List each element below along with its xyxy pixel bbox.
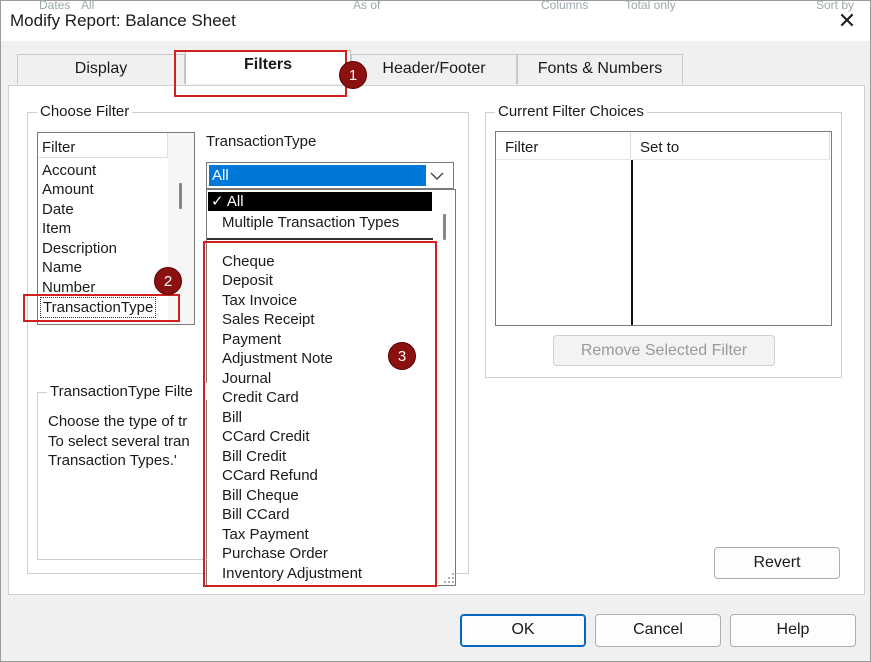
tab-label: Fonts & Numbers: [537, 60, 663, 77]
revert-button[interactable]: Revert: [714, 547, 840, 579]
dropdown-separator: [207, 238, 433, 240]
annotation-badge-3: 3: [388, 342, 416, 370]
filter-item-date[interactable]: Date: [42, 200, 74, 219]
title-bar: Dates All As of Columns Total only Sort …: [1, 0, 870, 41]
tab-label: Display: [74, 60, 128, 77]
transactiontype-label: TransactionType: [206, 133, 317, 150]
tab-label: Header/Footer: [382, 60, 486, 77]
ok-button[interactable]: OK: [460, 614, 586, 647]
filter-item-name[interactable]: Name: [42, 258, 82, 277]
annotation-badge-2: 2: [154, 267, 182, 295]
table-header-filter: Filter: [496, 132, 631, 160]
resize-grip-icon[interactable]: [443, 572, 455, 584]
background-window-text: Total only: [625, 0, 676, 12]
dropdown-scrollbar-thumb[interactable]: [443, 214, 446, 240]
tab-display[interactable]: Display: [17, 54, 185, 84]
choose-filter-label: Choose Filter: [37, 103, 133, 120]
annotation-box-transaction-list: [203, 241, 437, 587]
filter-list-header: Filter: [38, 133, 168, 158]
column-header-filter: Filter: [505, 139, 539, 156]
help-line: Choose the type of tr: [48, 413, 188, 430]
check-icon: ✓: [211, 193, 224, 210]
window-title: Modify Report: Balance Sheet: [10, 11, 236, 30]
background-window-text: Columns: [541, 0, 589, 12]
modify-report-dialog: Dates All As of Columns Total only Sort …: [0, 0, 871, 662]
filter-help-label: TransactionType Filte: [47, 383, 207, 400]
filter-item-description[interactable]: Description: [42, 239, 117, 258]
remove-selected-filter-button[interactable]: Remove Selected Filter: [553, 335, 775, 366]
filter-column-header: Filter: [42, 139, 76, 156]
dropdown-item-label: All: [226, 193, 244, 210]
table-header-set-to: Set to: [632, 132, 830, 160]
column-header-set-to: Set to: [640, 139, 680, 156]
transactiontype-combobox[interactable]: All: [206, 162, 454, 189]
annotation-box-transactiontype: [23, 294, 180, 322]
current-filter-table[interactable]: Filter Set to: [495, 131, 832, 326]
cancel-button[interactable]: Cancel: [595, 614, 721, 647]
dropdown-item-all[interactable]: ✓ All: [208, 192, 432, 211]
close-icon[interactable]: ✕: [833, 7, 861, 35]
tab-header-footer[interactable]: Header/Footer: [351, 54, 517, 84]
help-button[interactable]: Help: [730, 614, 856, 647]
scrollbar-thumb[interactable]: [179, 183, 182, 209]
filter-item-amount[interactable]: Amount: [42, 180, 94, 199]
current-filter-choices-label: Current Filter Choices: [495, 103, 647, 120]
filter-item-item[interactable]: Item: [42, 219, 71, 238]
combobox-selected-value: All: [209, 165, 426, 186]
dropdown-item-multiple[interactable]: Multiple Transaction Types: [222, 213, 399, 232]
column-divider: [631, 160, 633, 325]
annotation-badge-1: 1: [339, 61, 367, 89]
filter-item-account[interactable]: Account: [42, 161, 96, 180]
chevron-down-icon[interactable]: [430, 171, 444, 181]
help-line: To select several tran: [48, 432, 190, 450]
help-line: Transaction Types.': [48, 452, 177, 469]
annotation-box-filters-tab: [174, 50, 347, 97]
filter-help-text: Choose the type of tr To select several …: [48, 412, 206, 471]
background-window-text: As of: [353, 0, 381, 12]
tab-fonts-numbers[interactable]: Fonts & Numbers: [517, 54, 683, 84]
